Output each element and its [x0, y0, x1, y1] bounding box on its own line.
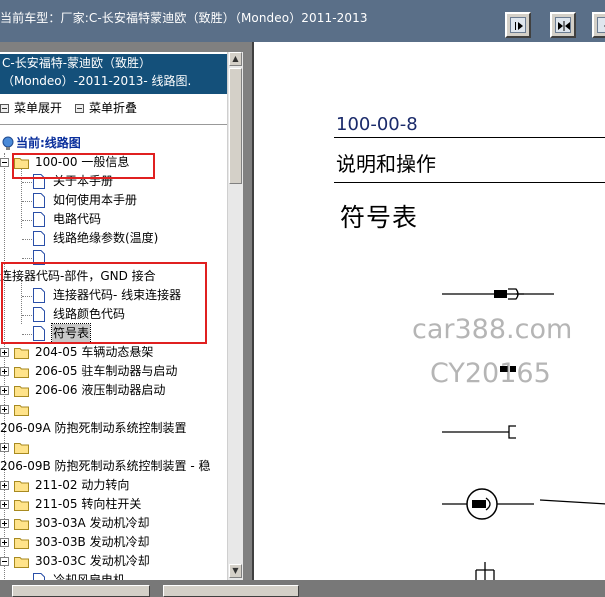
folder-icon [14, 405, 29, 416]
computer-icon [2, 136, 14, 150]
tree-item-label: 211-02 动力转向 [35, 478, 130, 492]
tree-item-cooling-fan[interactable]: 冷却风扇电机 [0, 571, 227, 580]
document-viewer: 100-00-8 说明和操作 符号表 car388.com CY20165 [252, 42, 605, 580]
scrollbar-thumb[interactable] [229, 68, 242, 184]
tree-item-circuit-code[interactable]: 电路代码 [0, 210, 227, 229]
tree-folder-211-02[interactable]: 211-02 动力转向 [0, 476, 227, 495]
tree-guide [22, 201, 32, 202]
tree-item-label: 电路代码 [53, 212, 102, 226]
scroll-down-icon[interactable]: ▼ [229, 564, 242, 578]
title-bar: 当前车型：厂家:C-长安福特蒙迪欧（致胜）（Mondeo）2011-2013 [0, 0, 605, 42]
model-header-line2: （Mondeo）-2011-2013- 线路图. [2, 74, 192, 88]
connector-symbol [442, 288, 554, 300]
tree-item-label: 303-03C 发动机冷却 [35, 554, 150, 568]
tree-folder-206-05[interactable]: 206-05 驻车制动器与启动 [0, 362, 227, 381]
expand-menu-button[interactable]: 菜单展开 [0, 99, 62, 116]
expand-menu-label: 菜单展开 [14, 101, 63, 115]
tree-root[interactable]: 当前:线路图 [0, 134, 227, 153]
document-icon [33, 212, 45, 227]
expand-toggle-icon[interactable] [0, 405, 9, 414]
collapse-menu-label: 菜单折叠 [89, 101, 138, 115]
tree-item-206-09b[interactable]: 206-09B 防抱死制动系统控制装置 - 稳 [0, 457, 227, 476]
folder-open-icon [14, 557, 29, 568]
expand-icon [0, 104, 9, 113]
tree-item-label: 206-09B 防抱死制动系统控制装置 - 稳 [0, 459, 211, 473]
arrow-left-icon [604, 25, 605, 27]
collapse-icon [75, 104, 84, 113]
tree-folder-303-03b[interactable]: 303-03B 发动机冷却 [0, 533, 227, 552]
current-vehicle-title: 当前车型：厂家:C-长安福特蒙迪欧（致胜）（Mondeo）2011-2013 [0, 11, 368, 25]
folder-icon [14, 519, 29, 530]
tree-guide [22, 220, 32, 221]
model-header: C-长安福特-蒙迪欧（致胜） （Mondeo）-2011-2013- 线路图. [0, 54, 227, 94]
tree-folder-204-05[interactable]: 204-05 车辆动态悬架 [0, 343, 227, 362]
tree-item-label: 211-05 转向柱开关 [35, 497, 142, 511]
expand-toggle-icon[interactable] [0, 367, 9, 376]
bottom-tab[interactable] [163, 585, 299, 597]
ground-symbol [475, 562, 495, 580]
socket-symbol [442, 425, 516, 439]
tree-item-label: 303-03A 发动机冷却 [35, 516, 150, 530]
expand-toggle-icon[interactable] [0, 348, 9, 357]
tree-item-how-to-use[interactable]: 如何使用本手册 [0, 191, 227, 210]
expand-toggle-icon[interactable] [0, 481, 9, 490]
circle-component-symbol [442, 488, 605, 520]
tree-item-label: 线路绝缘参数(温度) [53, 231, 159, 245]
model-header-line1: C-长安福特-蒙迪欧（致胜） [2, 56, 152, 70]
next-page-button[interactable] [505, 12, 531, 38]
expand-toggle-icon[interactable] [0, 519, 9, 528]
navigation-panel: C-长安福特-蒙迪欧（致胜） （Mondeo）-2011-2013- 线路图. … [0, 52, 243, 583]
tree-item-label: 206-05 驻车制动器与启动 [35, 364, 178, 378]
tree-item-206-09a[interactable]: 206-09A 防抱死制动系统控制装置 [0, 419, 227, 438]
tree-folder-blank-2[interactable] [0, 438, 227, 457]
tree-item-label: 206-09A 防抱死制动系统控制装置 [0, 421, 187, 435]
watermark-code: CY20165 [430, 358, 551, 389]
divider [0, 124, 227, 125]
prev-page-button[interactable] [592, 12, 605, 38]
arrow-right-icon [515, 22, 523, 30]
tree-guide [22, 258, 32, 259]
scroll-up-icon[interactable]: ▲ [229, 52, 242, 66]
expand-toggle-icon[interactable] [0, 538, 9, 547]
tree-item-label: 204-05 车辆动态悬架 [35, 345, 154, 359]
tree-item-label: 303-03B 发动机冷却 [35, 535, 150, 549]
tree-folder-211-05[interactable]: 211-05 转向柱开关 [0, 495, 227, 514]
highlight-box [12, 153, 155, 179]
tree-folder-303-03a[interactable]: 303-03A 发动机冷却 [0, 514, 227, 533]
watermark-site: car388.com [412, 314, 573, 345]
tree-scrollbar[interactable]: ▲ ▼ [227, 52, 243, 580]
collapse-toggle-icon[interactable] [0, 557, 9, 566]
collapse-toggle-icon[interactable] [0, 158, 9, 167]
collapse-menu-button[interactable]: 菜单折叠 [75, 99, 137, 116]
folder-icon [14, 386, 29, 397]
folder-icon [14, 348, 29, 359]
tree-item-label: 如何使用本手册 [53, 193, 138, 207]
expand-toggle-icon[interactable] [0, 443, 9, 452]
tree-folder-303-03c[interactable]: 303-03C 发动机冷却 [0, 552, 227, 571]
folder-icon [14, 481, 29, 492]
document-icon [33, 573, 45, 580]
symbol-diagram [442, 288, 605, 580]
tree-folder-206-06[interactable]: 206-06 液压制动器启动 [0, 381, 227, 400]
tree-guide [22, 182, 32, 183]
tree-item-insulation[interactable]: 线路绝缘参数(温度) [0, 229, 227, 248]
folder-icon [14, 367, 29, 378]
folder-icon [14, 443, 29, 454]
bottom-tab[interactable] [12, 585, 150, 597]
expand-toggle-icon[interactable] [0, 386, 9, 395]
fit-page-button[interactable] [550, 12, 576, 38]
status-strip [0, 580, 605, 597]
current-label: 当前:线路图 [16, 136, 81, 150]
tree-item-label: 冷却风扇电机 [53, 573, 126, 580]
folder-icon [14, 538, 29, 549]
expand-toggle-icon[interactable] [0, 500, 9, 509]
tree-item-label: 206-06 液压制动器启动 [35, 383, 166, 397]
tree-folder-blank-1[interactable] [0, 400, 227, 419]
folder-icon [14, 500, 29, 511]
arrows-inward-icon [558, 21, 570, 31]
document-icon [33, 231, 45, 246]
tree-guide [22, 239, 32, 240]
document-icon [33, 193, 45, 208]
highlight-box [1, 262, 207, 344]
